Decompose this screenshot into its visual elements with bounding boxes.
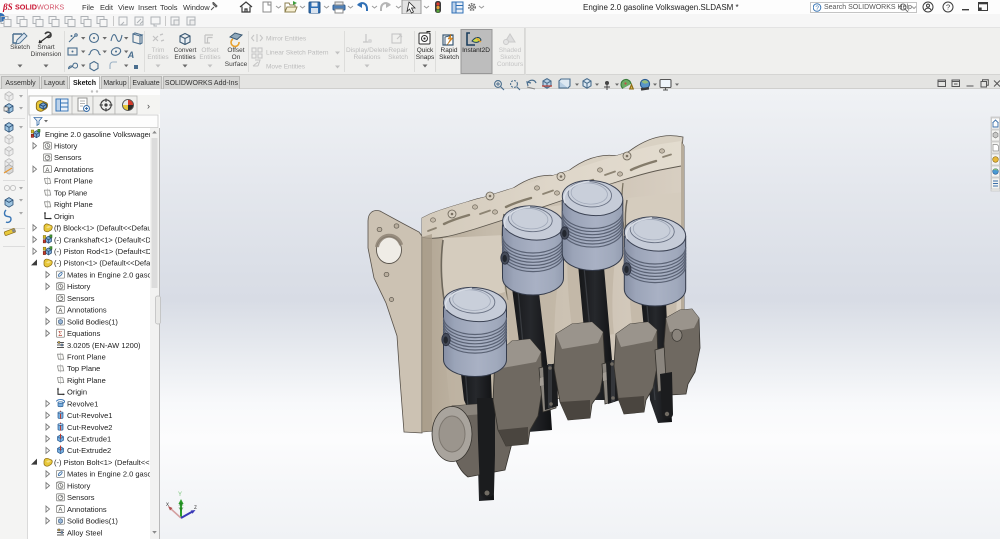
svg-text:?: ? [946, 3, 950, 12]
svg-text:Entities: Entities [199, 54, 221, 61]
svg-text:Shaded: Shaded [499, 47, 522, 54]
svg-text:z: z [194, 505, 197, 511]
svg-text:Convert: Convert [174, 47, 197, 54]
svg-text:Instant2D: Instant2D [462, 47, 490, 54]
svg-text:Sketch: Sketch [500, 54, 520, 61]
svg-text:Snaps: Snaps [416, 54, 435, 61]
svg-text:Offset: Offset [227, 47, 244, 54]
svg-text:Sketch: Sketch [439, 54, 459, 61]
svg-text:Sketch: Sketch [388, 54, 408, 61]
svg-text:Rapid: Rapid [441, 47, 458, 54]
svg-text:Linear Sketch Pattern: Linear Sketch Pattern [266, 50, 329, 57]
svg-text:WORKS: WORKS [37, 3, 64, 12]
svg-text:βS: βS [2, 2, 13, 12]
svg-text:x: x [166, 502, 169, 508]
svg-text:Repair: Repair [388, 47, 408, 54]
svg-text:Mirror Entities: Mirror Entities [266, 36, 307, 43]
svg-text:Dimension: Dimension [31, 51, 62, 58]
svg-text:Offset: Offset [201, 47, 218, 54]
svg-text:A: A [127, 50, 135, 60]
svg-text:Sketch: Sketch [10, 44, 30, 51]
svg-text:Surface: Surface [225, 61, 248, 68]
svg-text:Relations: Relations [353, 54, 381, 61]
svg-text:Smart: Smart [37, 44, 55, 51]
svg-text:?: ? [815, 5, 819, 12]
svg-text:Quick: Quick [417, 47, 434, 54]
svg-text:On: On [232, 54, 241, 61]
svg-text:Move Entities: Move Entities [266, 64, 306, 71]
svg-text:Entities: Entities [147, 54, 169, 61]
svg-text:Contours: Contours [497, 61, 524, 68]
svg-text:Trim: Trim [152, 47, 165, 54]
svg-text:SOLID: SOLID [15, 3, 37, 12]
svg-text:Display/Delete: Display/Delete [346, 47, 388, 54]
svg-text:Entities: Entities [174, 54, 196, 61]
svg-text:Y: Y [178, 492, 182, 498]
